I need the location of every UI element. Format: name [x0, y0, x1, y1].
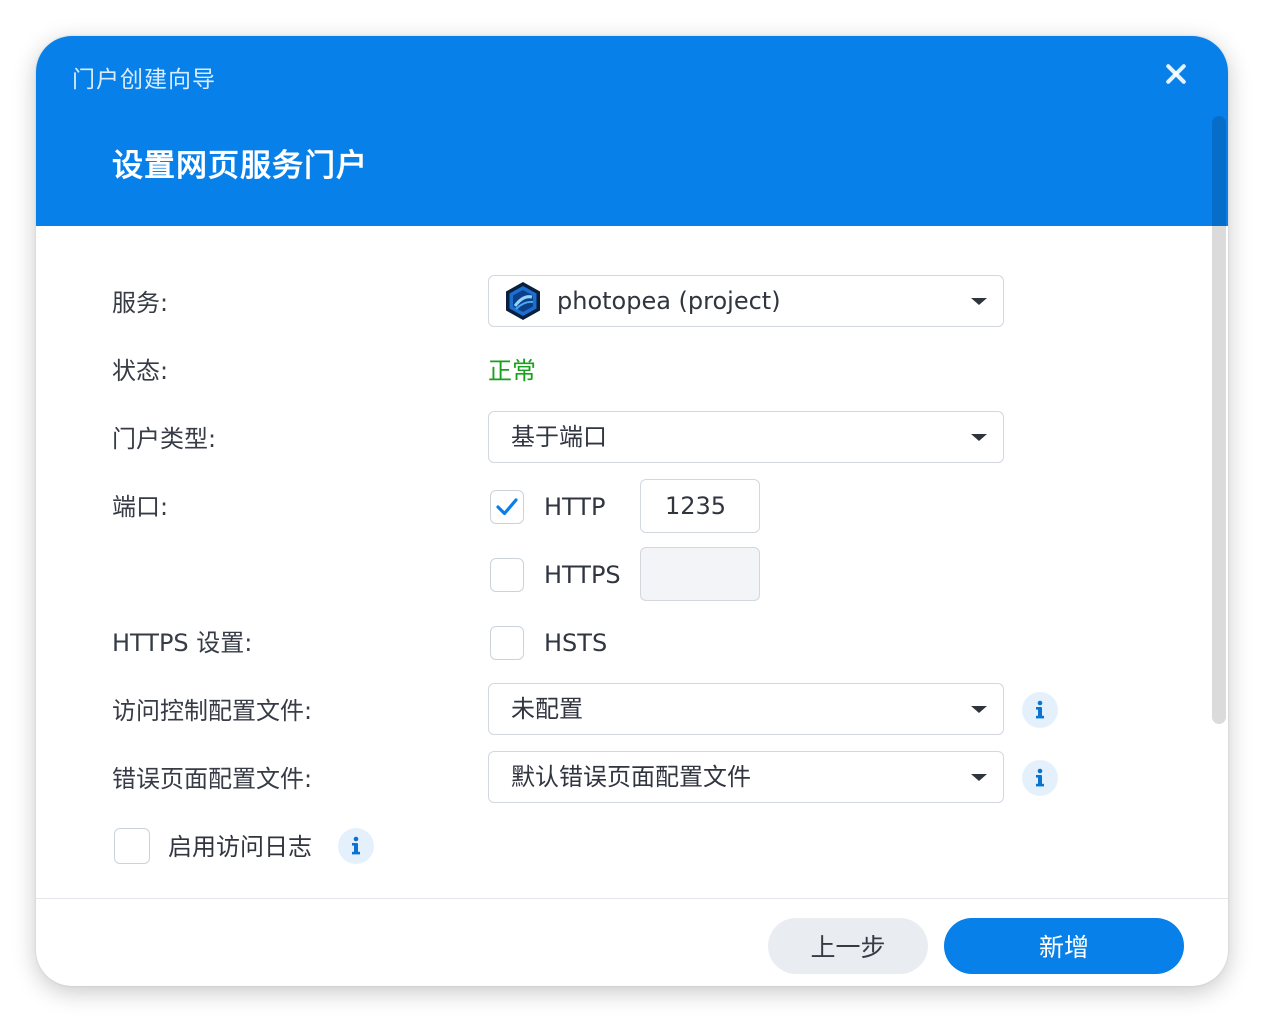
service-label: 服务:: [112, 289, 169, 317]
info-icon: [352, 836, 360, 855]
photopea-app-icon: [506, 282, 540, 320]
access-control-info-icon[interactable]: [1022, 692, 1058, 728]
service-value: photopea (project): [557, 287, 781, 315]
chevron-down-icon: [971, 434, 987, 441]
access-control-select[interactable]: 未配置: [488, 683, 1004, 735]
chevron-down-icon: [971, 298, 987, 305]
error-page-select[interactable]: 默认错误页面配置文件: [488, 751, 1004, 803]
status-label: 状态:: [112, 357, 169, 385]
checkmark-icon: [496, 498, 518, 516]
add-button[interactable]: 新增: [944, 918, 1184, 974]
scrollbar[interactable]: [1212, 116, 1226, 724]
hsts-checkbox[interactable]: [490, 626, 524, 660]
status-value: 正常: [488, 357, 536, 385]
hsts-label: HSTS: [544, 629, 608, 657]
https-settings-label: HTTPS 设置:: [112, 629, 253, 657]
portal-type-label: 门户类型:: [112, 425, 217, 453]
http-port-input[interactable]: [640, 479, 760, 533]
access-log-checkbox[interactable]: [114, 828, 150, 864]
error-page-value: 默认错误页面配置文件: [511, 763, 751, 791]
window-title: 门户创建向导: [72, 67, 216, 93]
error-page-info-icon[interactable]: [1022, 760, 1058, 796]
access-control-label: 访问控制配置文件:: [112, 697, 313, 725]
portal-wizard-dialog: 门户创建向导 设置网页服务门户 服务: photopea (project) 状…: [36, 36, 1228, 986]
footer-divider: [36, 898, 1228, 899]
port-label: 端口:: [112, 493, 169, 521]
access-log-label: 启用访问日志: [168, 833, 312, 861]
back-button[interactable]: 上一步: [768, 918, 928, 974]
portal-type-value: 基于端口: [511, 423, 607, 451]
https-checkbox[interactable]: [490, 558, 524, 592]
http-checkbox[interactable]: [490, 490, 524, 524]
https-label: HTTPS: [544, 561, 621, 589]
info-icon: [1036, 768, 1044, 787]
http-label: HTTP: [544, 493, 606, 521]
access-log-info-icon[interactable]: [338, 828, 374, 864]
https-port-input[interactable]: [640, 547, 760, 601]
service-select[interactable]: photopea (project): [488, 275, 1004, 327]
access-control-value: 未配置: [511, 695, 583, 723]
close-button[interactable]: [1158, 56, 1194, 92]
dialog-header: 门户创建向导 设置网页服务门户: [36, 36, 1228, 226]
chevron-down-icon: [971, 774, 987, 781]
error-page-label: 错误页面配置文件:: [112, 765, 313, 793]
chevron-down-icon: [971, 706, 987, 713]
info-icon: [1036, 700, 1044, 719]
portal-type-select[interactable]: 基于端口: [488, 411, 1004, 463]
page-title: 设置网页服务门户: [112, 148, 368, 184]
